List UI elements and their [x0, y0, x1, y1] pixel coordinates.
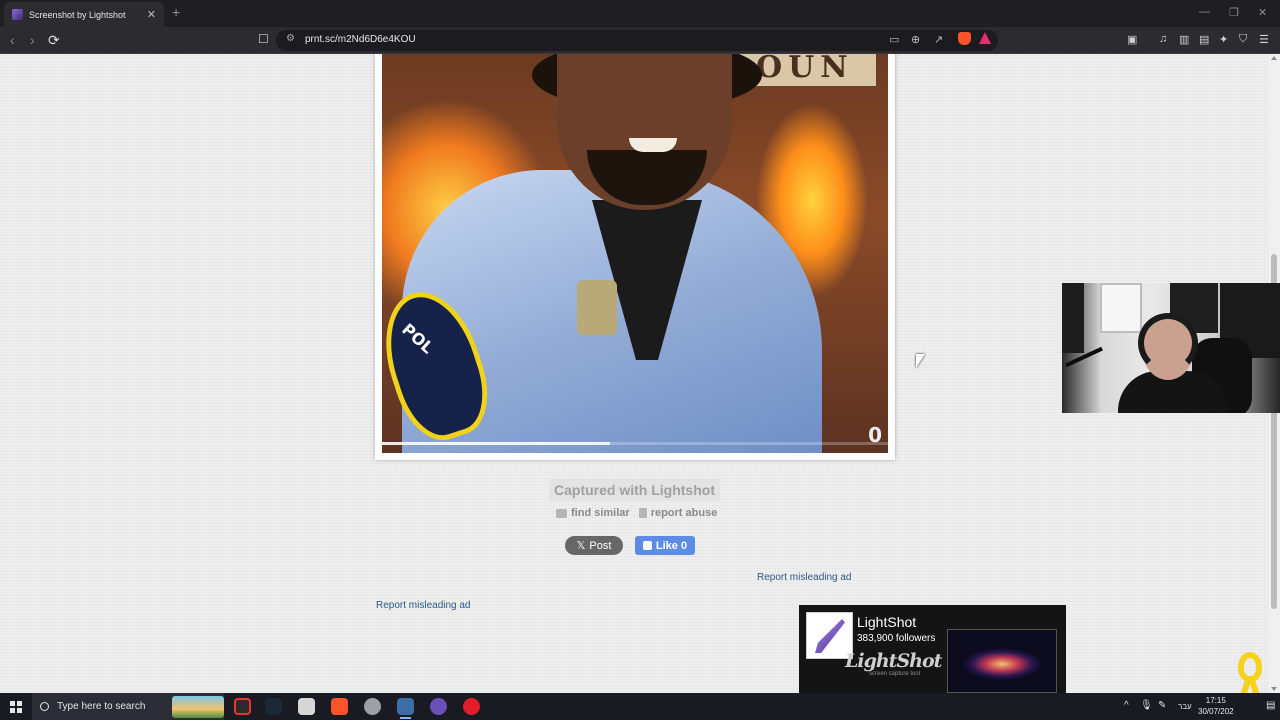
cover-preview-image	[947, 629, 1057, 693]
thumbs-up-icon	[642, 541, 652, 550]
report-abuse-link[interactable]: report abuse	[638, 507, 718, 519]
pen-icon[interactable]: ✎	[1158, 700, 1166, 711]
screenshot-image[interactable]: OUN POL 0	[382, 54, 888, 453]
facebook-page-card[interactable]: LightShot 383,900 followers LightShot sc…	[799, 605, 1066, 693]
microphone-icon[interactable]: 🎙	[1140, 700, 1153, 711]
close-window-button[interactable]: ✕	[1258, 6, 1267, 19]
file-app-icon[interactable]	[298, 698, 315, 715]
new-tab-button[interactable]: +	[172, 4, 180, 20]
mouse-cursor-icon	[916, 354, 925, 368]
windows-taskbar: Type here to search ^ 🎙 ✎ עבר 17:15 30/0…	[0, 693, 1280, 720]
clock-date: 30/07/202	[1198, 707, 1234, 716]
sidebar-icon[interactable]: ▥	[1179, 33, 1189, 46]
cast-icon[interactable]: ▭	[889, 33, 899, 46]
url-text[interactable]: prnt.sc/m2Nd6D6e4KOU	[305, 34, 416, 45]
smile	[629, 138, 677, 152]
windows-start-icon[interactable]	[10, 701, 22, 713]
police-badge-icon	[577, 280, 617, 335]
room-window	[1100, 283, 1142, 333]
language-indicator[interactable]: עבר	[1178, 702, 1192, 711]
screenshot-actions: find similar report abuse	[556, 507, 717, 519]
maximize-button[interactable]: ❐	[1229, 6, 1239, 19]
bookmark-icon[interactable]: ☐	[258, 32, 269, 46]
browser-toolbar: ‹ › ⟳ ☐ ⚙ prnt.sc/m2Nd6D6e4KOU ▭ ⊕ ↗ ▣ ♫…	[0, 27, 1280, 54]
tab-bar: Screenshot by Lightshot ✕ + — ❐ ✕	[0, 0, 1280, 27]
back-button[interactable]: ‹	[10, 32, 15, 48]
captured-with-lightshot-label: Captured with Lightshot	[549, 479, 720, 501]
tab-close-icon[interactable]: ✕	[147, 8, 156, 21]
x-post-label: Post	[589, 539, 612, 552]
patch-text: POL	[398, 319, 438, 358]
tab-search-icon[interactable]: ▣	[1127, 33, 1137, 46]
find-similar-label: find similar	[571, 507, 630, 519]
forward-button[interactable]: ›	[30, 32, 35, 48]
notification-icon[interactable]: ▤	[1266, 700, 1275, 711]
chat-app-icon[interactable]	[430, 698, 447, 715]
scroll-up-icon[interactable]	[1271, 56, 1277, 60]
x-post-button[interactable]: 𝕏 Post	[565, 536, 623, 555]
opera-app-icon[interactable]	[463, 698, 480, 715]
x-logo-icon: 𝕏	[576, 540, 586, 552]
menu-icon[interactable]: ☰	[1259, 33, 1269, 46]
feather-icon	[815, 619, 845, 653]
wallet-icon[interactable]: ▤	[1199, 33, 1209, 46]
facebook-like-button[interactable]: Like 0	[635, 536, 695, 555]
active-browser-app-icon[interactable]	[397, 698, 414, 719]
document-icon	[638, 508, 647, 518]
tab-title: Screenshot by Lightshot	[29, 9, 126, 20]
report-misleading-ad-link-left[interactable]: Report misleading ad	[376, 600, 471, 611]
lightshot-brand-text: LightShot	[845, 650, 942, 672]
video-progress-bar	[382, 442, 888, 445]
site-settings-icon[interactable]: ⚙	[286, 33, 295, 44]
camera-icon	[556, 508, 567, 518]
taskbar-clock[interactable]: 17:15 30/07/202	[1198, 695, 1234, 717]
reload-button[interactable]: ⟳	[48, 32, 60, 48]
fb-page-name[interactable]: LightShot	[857, 614, 916, 630]
report-misleading-ad-link-right[interactable]: Report misleading ad	[757, 572, 852, 583]
settings-app-icon[interactable]	[364, 698, 381, 715]
obs-app-icon[interactable]	[234, 698, 251, 715]
video-progress-fill	[382, 442, 610, 445]
scroll-down-icon[interactable]	[1271, 687, 1277, 691]
taskbar-search-placeholder: Type here to search	[57, 701, 146, 712]
find-similar-link[interactable]: find similar	[556, 507, 630, 519]
fb-followers-count: 383,900 followers	[857, 633, 936, 644]
webcam-overlay	[1062, 283, 1280, 413]
corner-counter: 0	[868, 423, 882, 447]
zoom-icon[interactable]: ⊕	[911, 33, 920, 46]
taskbar-search-box[interactable]: Type here to search	[32, 693, 224, 720]
tray-overflow-icon[interactable]: ^	[1124, 700, 1129, 711]
minimize-button[interactable]: —	[1199, 6, 1210, 18]
screenshot-frame: OUN POL 0	[375, 54, 895, 460]
steam-app-icon[interactable]	[265, 698, 282, 715]
vpn-icon[interactable]: ⛉	[1239, 33, 1247, 46]
brave-shields-icon[interactable]	[958, 32, 971, 45]
share-icon[interactable]: ↗	[934, 33, 943, 46]
lightshot-favicon-icon	[12, 9, 23, 20]
address-bar[interactable]: ⚙ prnt.sc/m2Nd6D6e4KOU ▭ ⊕ ↗	[276, 30, 998, 51]
sign-text: OUN	[756, 54, 854, 85]
report-abuse-label: report abuse	[650, 507, 718, 519]
search-icon	[40, 702, 49, 711]
leo-ai-icon[interactable]: ✦	[1219, 33, 1228, 46]
brave-app-icon[interactable]	[331, 698, 348, 715]
headset-icon	[1138, 313, 1198, 373]
lightshot-brand-subtitle: screen capture tool	[869, 671, 921, 677]
acoustic-panel	[1062, 283, 1084, 353]
search-highlight-image	[172, 696, 224, 718]
tab-lightshot[interactable]: Screenshot by Lightshot ✕	[4, 2, 164, 27]
clock-time: 17:15	[1205, 696, 1226, 705]
media-icon[interactable]: ♫	[1159, 33, 1167, 45]
brave-rewards-icon[interactable]	[979, 32, 991, 44]
facebook-like-label: Like 0	[655, 539, 688, 552]
